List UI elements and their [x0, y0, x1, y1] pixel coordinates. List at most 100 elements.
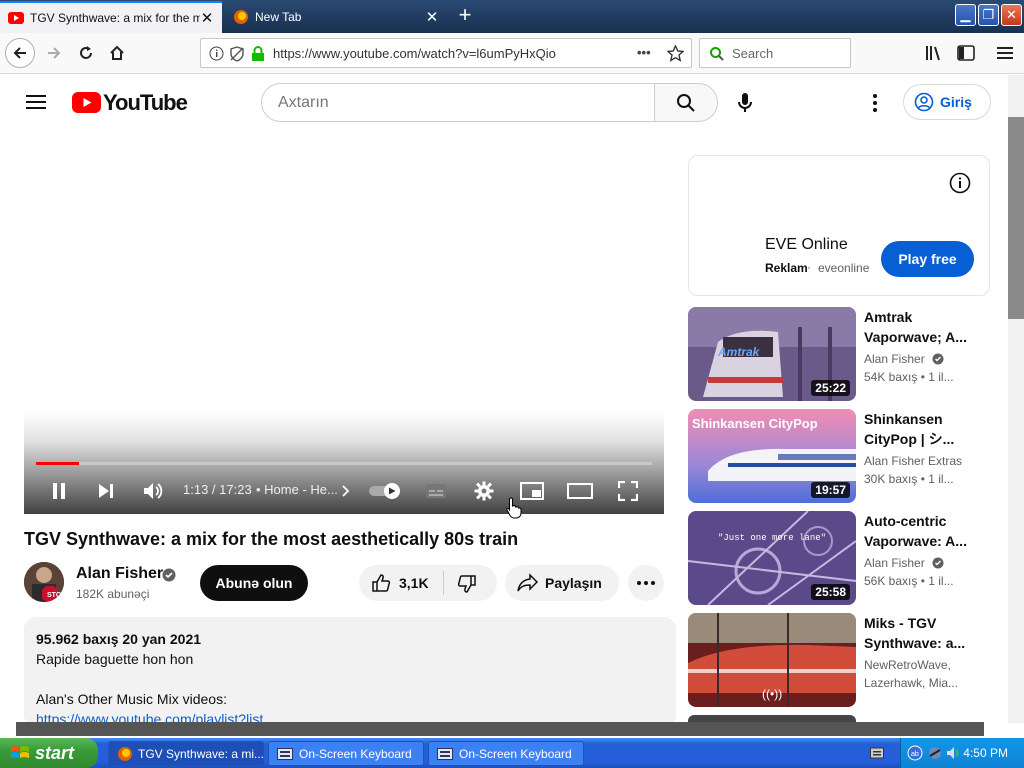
verified-check-icon [932, 353, 944, 365]
like-count[interactable]: 3,1K [399, 575, 429, 591]
share-label: Paylaşın [545, 575, 602, 591]
tab-close-icon[interactable]: ✕ [425, 8, 439, 26]
video-thumbnail[interactable]: ((•)) [688, 613, 856, 707]
search-placeholder: Search [732, 46, 774, 61]
start-button[interactable]: start [0, 738, 98, 768]
lock-icon[interactable] [251, 46, 265, 62]
description-box[interactable]: 95.962 baxış 20 yan 2021 Rapide baguette… [24, 617, 676, 727]
svg-text:ab: ab [911, 751, 919, 758]
recommendation-title[interactable]: Auto-centric Vaporwave: A... [864, 511, 974, 551]
recommendation-title[interactable]: Shinkansen CityPop | シ... [864, 409, 974, 449]
video-player[interactable]: 1:13 / 17:23 • Home - He... [24, 131, 664, 514]
next-thumbnail-partial[interactable] [688, 715, 856, 722]
url-text[interactable]: https://www.youtube.com/watch?v=l6umPyHx… [273, 46, 556, 61]
window-close-button[interactable]: ✕ [1001, 4, 1022, 26]
fullscreen-icon[interactable] [614, 477, 642, 505]
recommendation-channel[interactable]: NewRetroWave, [864, 658, 951, 672]
guide-menu-icon[interactable] [26, 94, 46, 110]
tab-youtube[interactable]: TGV Synthwave: a mix for the mo ✕ [0, 1, 222, 33]
youtube-search-button[interactable] [654, 83, 718, 122]
reload-button[interactable] [72, 39, 100, 67]
chapter-chevron-icon[interactable] [342, 485, 350, 497]
miniplayer-icon[interactable] [518, 477, 546, 505]
vertical-scrollbar-thumb[interactable] [1008, 117, 1024, 319]
microphone-icon[interactable] [737, 92, 753, 114]
youtube-search-input[interactable]: Axtarın [261, 83, 655, 122]
like-thumb-icon[interactable] [371, 573, 391, 593]
restore-button[interactable]: ❐ [978, 4, 999, 26]
back-button[interactable] [5, 38, 35, 68]
volume-icon[interactable] [139, 477, 167, 505]
info-icon[interactable] [209, 46, 224, 61]
keyboard-tray-icon[interactable] [870, 747, 884, 759]
progress-bar[interactable] [36, 462, 652, 465]
home-button[interactable] [103, 39, 131, 67]
hamburger-menu-icon[interactable] [991, 39, 1019, 67]
taskbar-item-osk-2[interactable]: On-Screen Keyboard [428, 741, 584, 766]
video-thumbnail[interactable]: Amtrak 25:22 [688, 307, 856, 401]
volume-tray-icon[interactable] [945, 745, 961, 761]
network-icon[interactable] [927, 745, 943, 761]
language-icon[interactable]: ab [907, 745, 923, 761]
like-divider [443, 571, 444, 595]
ad-play-free-button[interactable]: Play free [881, 241, 974, 277]
video-thumbnail[interactable]: "Just one more lane" 25:58 [688, 511, 856, 605]
chapter-title[interactable]: • Home - He... [256, 482, 338, 497]
horizontal-scrollbar[interactable] [16, 722, 984, 736]
page-actions-menu[interactable]: ••• [637, 45, 651, 60]
dislike-thumb-icon[interactable] [457, 574, 477, 594]
channel-name[interactable]: Alan Fisher [76, 565, 163, 583]
recommendation-channel[interactable]: Alan Fisher [864, 556, 944, 570]
tracking-protection-icon[interactable] [229, 46, 245, 62]
recommendation-item[interactable]: Amtrak 25:22 Amtrak Vaporwave; A... Alan… [688, 307, 998, 402]
ad-title[interactable]: EVE Online [765, 236, 848, 254]
subscriber-count: 182K abunəçi [76, 587, 150, 601]
tab-new-tab[interactable]: New Tab ✕ [225, 1, 447, 33]
browser-tab-strip: TGV Synthwave: a mix for the mo ✕ New Ta… [0, 0, 1024, 33]
new-tab-button[interactable]: + [452, 4, 478, 28]
sidebar-icon[interactable] [952, 39, 980, 67]
recommendation-channel[interactable]: Alan Fisher [864, 352, 944, 366]
recommendation-title[interactable]: Miks - TGV Synthwave: a... [864, 613, 974, 653]
recommendation-meta: 30K baxış • 1 il... [864, 472, 954, 486]
pause-button[interactable] [45, 477, 73, 505]
ad-info-icon[interactable] [949, 172, 971, 194]
theater-mode-icon[interactable] [566, 477, 594, 505]
video-thumbnail[interactable]: Shinkansen CityPop 19:57 [688, 409, 856, 503]
like-dislike-group: 3,1K [359, 565, 497, 601]
next-video-button[interactable] [92, 477, 120, 505]
search-bar[interactable]: Search [699, 38, 851, 68]
tab-close-icon[interactable]: ✕ [200, 9, 214, 27]
system-tray: ab 4:50 PM [900, 738, 1024, 768]
more-options-icon[interactable] [872, 93, 878, 113]
tab-title: TGV Synthwave: a mix for the mo [30, 11, 200, 25]
share-button[interactable]: Paylaşın [505, 565, 619, 601]
url-bar[interactable]: https://www.youtube.com/watch?v=l6umPyHx… [200, 38, 692, 68]
recommendation-item[interactable]: ((•)) Miks - TGV Synthwave: a... NewRetr… [688, 613, 998, 708]
taskbar-item-firefox[interactable]: TGV Synthwave: a mi... [108, 741, 264, 766]
tab-title: New Tab [255, 10, 302, 24]
bookmark-star-icon[interactable] [667, 45, 684, 62]
thumbnail-text: Amtrak [718, 345, 760, 359]
youtube-header: YouTube Axtarın Giriş [0, 75, 1008, 131]
autoplay-toggle[interactable] [368, 477, 404, 505]
taskbar-item-osk-1[interactable]: On-Screen Keyboard [268, 741, 424, 766]
ad-card[interactable]: EVE Online Reklam · eveonline Play free [688, 155, 990, 296]
recommendation-channel[interactable]: Alan Fisher Extras [864, 454, 962, 468]
youtube-logo-icon[interactable] [72, 92, 101, 113]
recommendation-item[interactable]: "Just one more lane" 25:58 Auto-centric … [688, 511, 998, 606]
more-actions-button[interactable] [628, 565, 664, 601]
recommendation-title[interactable]: Amtrak Vaporwave; A... [864, 307, 974, 347]
subtitles-icon[interactable] [422, 477, 450, 505]
subscribe-button[interactable]: Abunə olun [200, 565, 308, 601]
windows-logo-icon [10, 744, 30, 762]
signin-button[interactable]: Giriş [903, 84, 991, 120]
settings-gear-icon[interactable] [470, 477, 498, 505]
video-duration: 25:58 [811, 584, 850, 600]
library-icon[interactable] [920, 39, 948, 67]
recommendation-item[interactable]: Shinkansen CityPop 19:57 Shinkansen City… [688, 409, 998, 504]
search-icon [676, 93, 696, 113]
minimize-button[interactable]: ▁ [955, 4, 976, 26]
youtube-logo-text[interactable]: YouTube [103, 90, 188, 116]
forward-button[interactable] [40, 39, 68, 67]
